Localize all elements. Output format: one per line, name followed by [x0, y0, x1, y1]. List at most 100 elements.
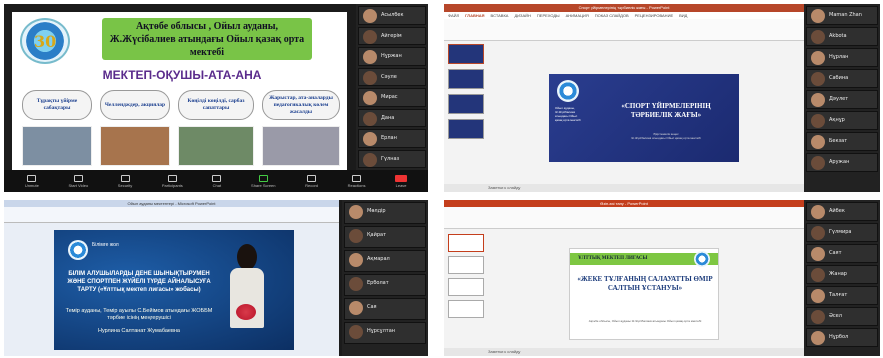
share-screen-button[interactable]: Share Screen	[251, 174, 276, 188]
participant-tile[interactable]: Akbota	[806, 27, 878, 46]
avatar	[363, 132, 377, 146]
participant-tile[interactable]: Айбек	[806, 202, 878, 221]
topic-cloud-4: Жарыстар, ата-аналарды педагогикалық көл…	[262, 90, 340, 120]
participant-tile[interactable]: Мөлдір	[344, 202, 426, 224]
flowers-icon	[236, 304, 256, 320]
avatar	[363, 152, 377, 167]
reactions-button[interactable]: Reactions	[348, 174, 365, 188]
participant-tile[interactable]: Асылбек	[358, 6, 426, 25]
slide-author-name: Нурлина Салтанат Жумабаевна	[98, 328, 180, 334]
record-button[interactable]: Record	[305, 174, 318, 188]
slide-thumbnail[interactable]	[448, 94, 484, 114]
participants-panel[interactable]: Мөлдір Қайрат Ақмарал Ерболат Сая Нұрсұл…	[342, 200, 428, 356]
slide-thumbnail[interactable]	[448, 234, 484, 252]
status-bar: Заметки к слайду	[444, 348, 804, 356]
security-button[interactable]: Security	[118, 174, 132, 188]
avatar	[349, 325, 363, 339]
slide-thumbnails[interactable]	[448, 44, 484, 144]
tab-design[interactable]: ДИЗАЙН	[514, 12, 530, 19]
chat-button[interactable]: Chat	[212, 174, 222, 188]
window-title: Спорт үйірмелерінің тәрбиелік жағы - Pow…	[444, 4, 804, 12]
participant-tile[interactable]: Maman Zhan	[806, 6, 878, 25]
participants-panel[interactable]: Айбек Гүлмира Саят Жанар Талғат Әсел Нұр…	[804, 200, 880, 356]
tab-transitions[interactable]: ПЕРЕХОДЫ	[537, 12, 560, 19]
video-conference-window-2: Спорт үйірмелерінің тәрбиелік жағы - Pow…	[444, 4, 880, 192]
participant-tile[interactable]: Сабина	[806, 69, 878, 88]
participant-tile[interactable]: Ерболат	[344, 274, 426, 296]
slide-thumbnails[interactable]	[448, 234, 484, 322]
participant-tile[interactable]: Саят	[806, 244, 878, 263]
presenter-photo	[222, 242, 272, 348]
participant-tile[interactable]: Әсел	[806, 307, 878, 326]
tab-animation[interactable]: АНИМАЦИЯ	[566, 12, 589, 19]
participant-tile[interactable]: Сая	[344, 298, 426, 320]
topic-cloud-3: Көңілді көңілді, сарбаз сапаттары	[178, 90, 254, 120]
participant-tile[interactable]: Ерлан	[358, 129, 426, 148]
slide-thumbnail[interactable]	[448, 256, 484, 274]
participant-tile[interactable]: Нұрлан	[806, 48, 878, 67]
video-conference-window-4: Өзін-өзі тану - PowerPoint ҰЛТТЫҚ МЕКТЕП…	[444, 200, 880, 356]
video-conference-window-3: Ойыл ауданы мектептері - Microsoft Power…	[4, 200, 428, 356]
slide-thumbnail[interactable]	[448, 300, 484, 318]
participant-tile[interactable]: Жанар	[806, 265, 878, 284]
participant-tile[interactable]: Гүлназ	[358, 149, 426, 168]
tab-home[interactable]: ГЛАВНАЯ	[465, 12, 484, 19]
participants-panel[interactable]: Асылбек Айгерім Нұржан Сәуле Мирас Дана …	[356, 4, 428, 170]
slide-title: БІЛІМ АЛУШЫЛАРДЫ ДЕНЕ ШЫНЫҚТЫРУМЕН ЖӘНЕ …	[67, 271, 211, 293]
slide-thumbnail[interactable]	[448, 278, 484, 296]
ribbon-toolbar[interactable]	[444, 19, 804, 41]
participant-tile[interactable]: Гүлмира	[806, 223, 878, 242]
participant-tile[interactable]: Дана	[358, 108, 426, 127]
participant-tile[interactable]: Талғат	[806, 286, 878, 305]
participant-tile[interactable]: Айгерім	[358, 26, 426, 45]
smiley-icon	[352, 174, 362, 182]
share-icon	[258, 174, 268, 182]
slide-canvas[interactable]: ҰЛТТЫҚ МЕКТЕП ЛИГАСЫ «ЖЕКЕ ТҰЛҒАНЫҢ САЛА…	[569, 248, 719, 340]
participant-tile[interactable]: Ақмарал	[344, 250, 426, 272]
participant-tile[interactable]: Мирас	[358, 88, 426, 107]
slide-author-role: Темір ауданы, Темір ауылы С.Бейімов атын…	[65, 308, 213, 321]
meeting-toolbar: Unmute Start Video Security Participants…	[4, 170, 428, 192]
participant-tile[interactable]: Аружан	[806, 153, 878, 172]
activity-photo	[22, 126, 92, 166]
leave-button[interactable]: Leave	[395, 174, 408, 188]
chat-icon	[212, 174, 222, 182]
slide-thumbnail[interactable]	[448, 69, 484, 89]
ribbon-toolbar[interactable]	[444, 207, 804, 229]
logo-caption: Білімге жол	[92, 242, 119, 248]
activity-photo	[100, 126, 170, 166]
participants-panel[interactable]: Maman Zhan Akbota Нұрлан Сабина Дәулет А…	[804, 4, 880, 192]
participant-tile[interactable]: Нұрбол	[806, 328, 878, 347]
avatar	[363, 29, 377, 44]
video-button[interactable]: Start Video	[68, 174, 88, 188]
video-conference-window-1: 30 Ақтөбе облысы , Ойыл ауданы, Ж.Жүсіба…	[4, 4, 428, 192]
tab-insert[interactable]: ВСТАВКА	[491, 12, 509, 19]
avatar	[811, 93, 825, 107]
slide-thumbnail[interactable]	[448, 119, 484, 139]
avatar	[811, 51, 825, 65]
participant-tile[interactable]: Сәуле	[358, 67, 426, 86]
avatar	[811, 331, 825, 345]
mute-button[interactable]: Unmute	[25, 174, 39, 188]
slide-thumbnail[interactable]	[448, 44, 484, 64]
participants-button[interactable]: Participants	[162, 174, 183, 188]
slide-canvas[interactable]: Ойыл ауданы, Ж.Жүсібалиев атындағы Ойыл …	[549, 74, 739, 162]
tab-file[interactable]: ФАЙЛ	[448, 12, 459, 19]
tab-slideshow[interactable]: ПОКАЗ СЛАЙДОВ	[595, 12, 629, 19]
status-bar: Заметки к слайду	[444, 184, 804, 192]
participant-tile[interactable]: Нұрсұлтан	[344, 322, 426, 344]
participant-tile[interactable]: Ақнұр	[806, 111, 878, 130]
participant-tile[interactable]: Нұржан	[358, 47, 426, 66]
activity-photo	[262, 126, 340, 166]
ribbon-toolbar[interactable]	[4, 207, 339, 223]
ribbon-tabs: ФАЙЛ ГЛАВНАЯ ВСТАВКА ДИЗАЙН ПЕРЕХОДЫ АНИ…	[444, 12, 804, 19]
tab-view[interactable]: ВИД	[679, 12, 687, 19]
tab-review[interactable]: РЕЦЕНЗИРОВАНИЕ	[635, 12, 673, 19]
participant-tile[interactable]: Дәулет	[806, 90, 878, 109]
activity-photo	[178, 126, 254, 166]
participant-tile[interactable]: Қайрат	[344, 226, 426, 248]
slide-left-text: Ойыл ауданы, Ж.Жүсібалиев атындағы Ойыл …	[555, 106, 581, 122]
slide-canvas[interactable]: Білімге жол БІЛІМ АЛУШЫЛАРДЫ ДЕНЕ ШЫНЫҚТ…	[54, 230, 294, 350]
camera-icon	[73, 174, 83, 182]
participant-tile[interactable]: Бекзат	[806, 132, 878, 151]
